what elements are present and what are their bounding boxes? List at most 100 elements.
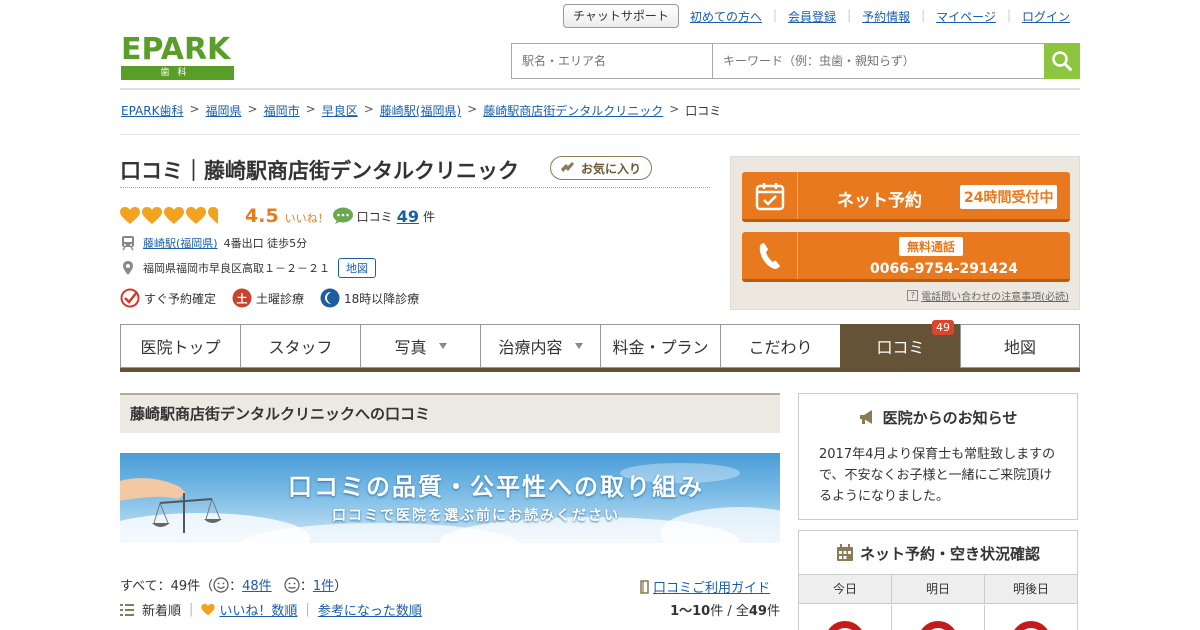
half-heart-icon [208, 207, 218, 224]
review-label: 口コミ [356, 209, 393, 224]
question-icon: ? [907, 290, 919, 301]
paging-info: 1～10件 / 全49件 [670, 600, 780, 619]
tab-reviews[interactable]: 口コミ 49 [840, 320, 960, 368]
iine-label: いいね！ [284, 211, 329, 225]
tab-staff[interactable]: スタッフ [240, 324, 360, 368]
review-count-link[interactable]: 49 [397, 207, 419, 226]
day-today: 今日 [799, 575, 892, 603]
breadcrumb-item[interactable]: EPARK歯科 [121, 102, 183, 119]
link-reservations[interactable]: 予約情報 [862, 8, 910, 25]
paging-total: 49 [748, 604, 767, 619]
tab-photos[interactable]: 写真 [360, 324, 480, 368]
station-search-input[interactable] [512, 44, 713, 78]
tab-label: 料金・プラン [612, 338, 709, 357]
clinic-tabs: 医院トップ スタッフ 写真 治療内容 料金・プラン こだわり 口コミ 49 地図 [120, 320, 1080, 372]
net-booking-label: ネット予約 [837, 191, 922, 211]
link-mypage[interactable]: マイページ [936, 8, 996, 25]
breadcrumb-item[interactable]: 藤崎駅(福岡県) [380, 102, 461, 119]
sort-row: 新着順 | いいね！数順 | 参考になった数順 [120, 600, 422, 619]
link-register[interactable]: 会員登録 [788, 8, 836, 25]
sort-by-helpful[interactable]: 参考になった数順 [318, 600, 422, 619]
breadcrumb-separator: > [189, 102, 200, 116]
breadcrumb-item[interactable]: 福岡県 [206, 102, 242, 119]
saturday-icon: 土 [232, 288, 252, 308]
filter-all-label: すべて：49件（ [120, 579, 214, 594]
search-icon [1052, 51, 1072, 71]
divider: | [189, 602, 194, 617]
colon: ： [229, 579, 243, 594]
review-guide-text: 口コミご利用ガイド [653, 581, 771, 596]
address-row: 福岡県福岡市早良区高取１－２－２１ 地図 [120, 258, 376, 278]
link-first-time[interactable]: 初めての方へ [690, 8, 762, 25]
availability-cell-today[interactable] [799, 605, 892, 630]
divider: | [921, 8, 926, 22]
logo-text: EPARK [121, 32, 231, 67]
sort-newest[interactable]: 新着順 [142, 600, 181, 619]
feature-label: すぐ予約確定 [144, 291, 217, 306]
calendar-icon-cell [742, 172, 798, 219]
breadcrumb-separator: > [305, 102, 316, 116]
header-divider [120, 88, 1080, 90]
map-pin-icon [123, 261, 133, 275]
net-booking-badge: 24時間受付中 [960, 185, 1058, 209]
paging-unit: 件 / 全 [710, 604, 749, 619]
tab-top[interactable]: 医院トップ [120, 324, 240, 368]
breadcrumb-separator: > [247, 102, 258, 116]
heart-icon [201, 603, 216, 615]
phone-note-link[interactable]: ? 電話問い合わせの注意事項(必読) [907, 288, 1069, 303]
net-booking-button[interactable]: ネット予約 24時間受付中 [742, 172, 1070, 222]
favorite-button[interactable]: お気に入り [550, 156, 652, 180]
availability-cell-after-tomorrow[interactable] [985, 605, 1077, 630]
day-after-tomorrow: 明後日 [1012, 582, 1049, 596]
train-icon [122, 236, 134, 251]
link-login[interactable]: ログイン [1022, 8, 1070, 25]
comment-icon [332, 207, 353, 224]
phone-call-button[interactable]: 無料通話 0066-9754-291424 [742, 232, 1070, 282]
station-link[interactable]: 藤崎駅(福岡県) [143, 235, 218, 251]
feature-instant-booking: すぐ予約確定 [120, 288, 216, 308]
phone-icon [759, 242, 780, 269]
availability-box: ネット予約・空き状況確認 今日 明日 明後日 [798, 530, 1078, 630]
filter-good-link[interactable]: 48件 [242, 579, 272, 594]
moon-icon [320, 288, 340, 308]
availability-cells [799, 605, 1077, 630]
chat-support-button[interactable]: チャットサポート [563, 4, 679, 28]
dropdown-arrow-icon [438, 343, 447, 349]
booking-panel: ネット予約 24時間受付中 無料通話 0066-9754-291424 ? 電話… [730, 156, 1080, 310]
phone-note-text: 電話問い合わせの注意事項(必読) [921, 292, 1069, 303]
free-call-badge: 無料通話 [899, 237, 964, 256]
title-divider [120, 187, 710, 188]
review-guide-link[interactable]: 口コミご利用ガイド [640, 577, 770, 596]
breadcrumb-separator: > [363, 102, 374, 116]
page-title: 口コミ｜藤崎駅商店街デンタルクリニック [120, 159, 519, 183]
filter-neutral-link[interactable]: 1件 [313, 579, 334, 594]
keyword-search-input[interactable] [713, 44, 1044, 78]
rating-row: 4.5 いいね！ 口コミ 49 件 [120, 204, 435, 228]
sort-by-iine[interactable]: いいね！数順 [219, 600, 297, 619]
breadcrumb-item[interactable]: 早良区 [322, 102, 358, 119]
rating-score: 4.5 [245, 205, 279, 227]
day-tomorrow: 明日 [892, 575, 985, 603]
breadcrumb: EPARK歯科 > 福岡県 > 福岡市 > 早良区 > 藤崎駅(福岡県) > 藤崎駅商店街… [121, 102, 721, 119]
tab-treatments[interactable]: 治療内容 [480, 324, 600, 368]
breadcrumb-item[interactable]: 福岡市 [264, 102, 300, 119]
review-quality-banner[interactable]: 口コミの品質・公平性への取り組み 口コミで医院を選ぶ前にお読みください [120, 453, 780, 543]
availability-title: ネット予約・空き状況確認 [799, 543, 1077, 564]
tab-features[interactable]: こだわり [720, 324, 840, 368]
tab-map[interactable]: 地図 [960, 324, 1080, 368]
divider: | [773, 8, 778, 22]
breadcrumb-item[interactable]: 藤崎駅商店街デンタルクリニック [483, 102, 663, 119]
breadcrumb-separator: > [467, 102, 478, 116]
available-circle-icon [1011, 621, 1051, 630]
colon: ： [299, 579, 313, 594]
feature-evening: 18時以降診療 [320, 288, 419, 308]
divider: | [847, 8, 852, 22]
search-button[interactable] [1044, 43, 1080, 79]
availability-cell-tomorrow[interactable] [892, 605, 985, 630]
tab-label: 写真 [394, 338, 427, 357]
map-button[interactable]: 地図 [338, 258, 376, 278]
epark-logo[interactable]: EPARK 歯科 [121, 34, 234, 81]
phone-number: 0066-9754-291424 [870, 261, 1018, 277]
tab-pricing[interactable]: 料金・プラン [600, 324, 720, 368]
scales-icon [120, 478, 222, 533]
